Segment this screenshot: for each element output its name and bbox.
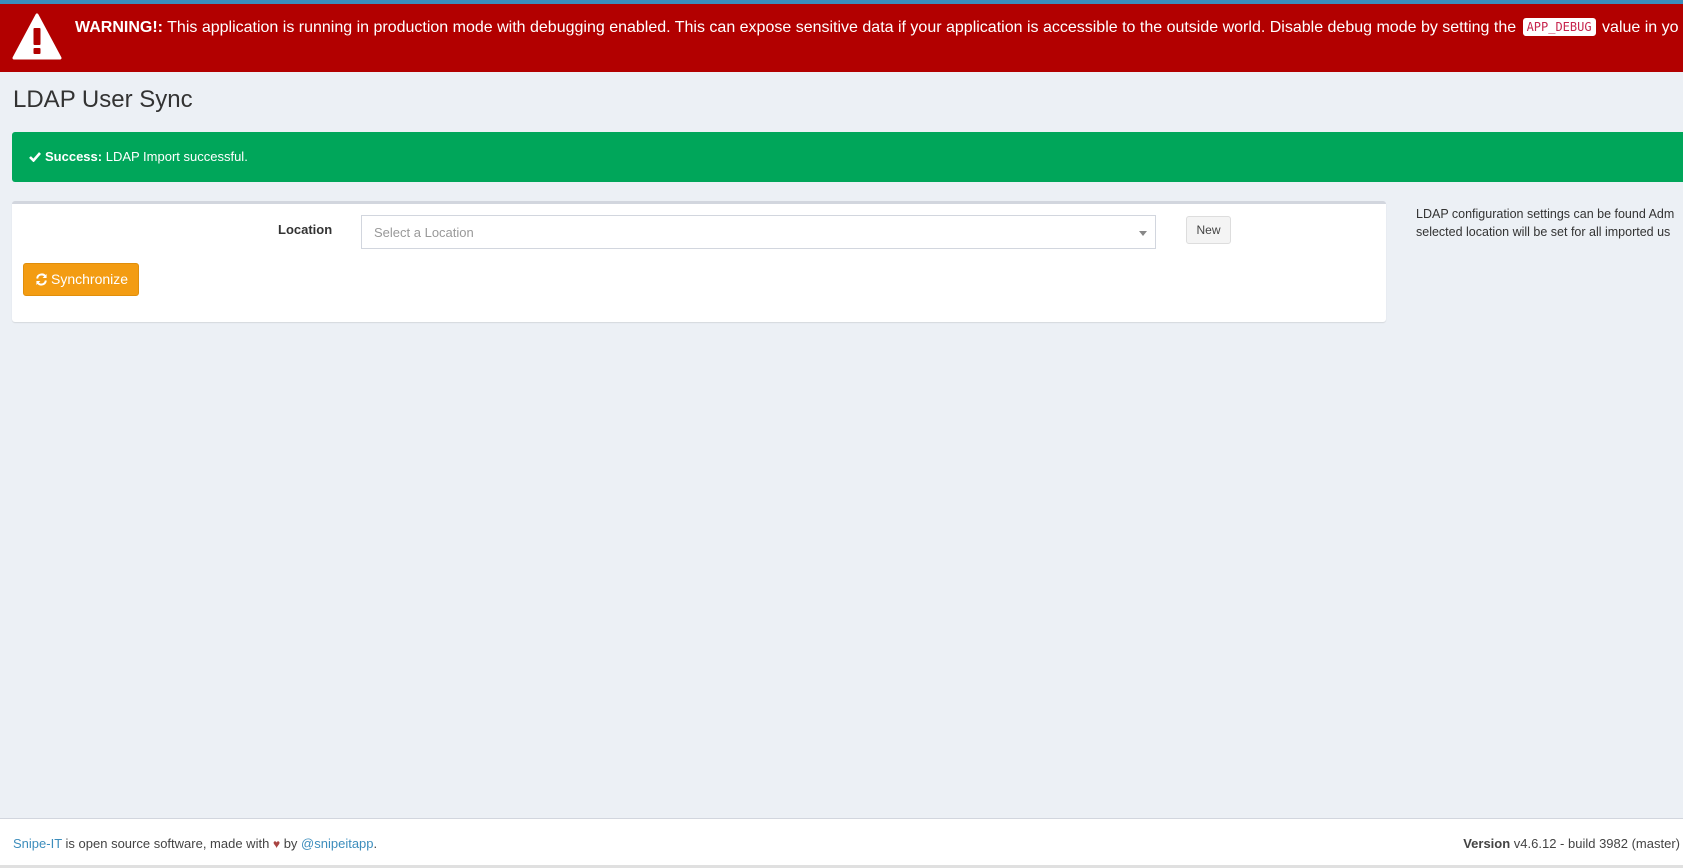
synchronize-button[interactable]: Synchronize (23, 263, 139, 296)
version-label: Version (1463, 836, 1511, 851)
check-icon (29, 150, 41, 163)
debug-warning-banner: WARNING!: This application is running in… (0, 4, 1683, 72)
location-label: Location (278, 222, 333, 237)
new-location-button[interactable]: New (1186, 216, 1231, 244)
location-select-placeholder: Select a Location (374, 225, 474, 240)
success-alert: Success: LDAP Import successful. (12, 132, 1683, 182)
success-label: Success: (45, 149, 103, 164)
snipe-it-link[interactable]: Snipe-IT (13, 836, 62, 851)
caret-down-icon (1139, 231, 1147, 236)
success-alert-content: Success: LDAP Import successful. (29, 149, 248, 164)
location-select[interactable]: Select a Location (361, 215, 1156, 249)
warning-message: This application is running in productio… (167, 19, 1517, 36)
footer-text: is open source software, made with (65, 836, 270, 851)
version-info: Version v4.6.12 - build 3982 (master) (1463, 836, 1680, 851)
warning-text: WARNING!: This application is running in… (75, 18, 1679, 38)
warning-label: WARNING!: (75, 19, 163, 36)
success-message: LDAP Import successful. (105, 149, 248, 164)
ldap-help-text: LDAP configuration settings can be found… (1416, 205, 1683, 241)
synchronize-label: Synchronize (51, 271, 129, 287)
page-footer: Snipe-IT is open source software, made w… (0, 818, 1683, 868)
help-line-2: selected location will be set for all im… (1416, 225, 1671, 239)
help-line-1: LDAP configuration settings can be found… (1416, 207, 1675, 221)
refresh-icon (35, 266, 48, 286)
snipeitapp-link[interactable]: @snipeitapp (301, 836, 373, 851)
footer-by: by (283, 836, 298, 851)
page-title: LDAP User Sync (13, 86, 193, 113)
footer-credits: Snipe-IT is open source software, made w… (13, 836, 377, 851)
version-value: v4.6.12 - build 3982 (master) (1513, 836, 1680, 851)
warning-suffix: value in yo (1602, 19, 1679, 36)
app-debug-code: APP_DEBUG (1522, 18, 1596, 36)
heart-icon: ♥ (272, 837, 281, 851)
warning-triangle-icon (12, 13, 62, 61)
footer-period: . (373, 836, 378, 851)
